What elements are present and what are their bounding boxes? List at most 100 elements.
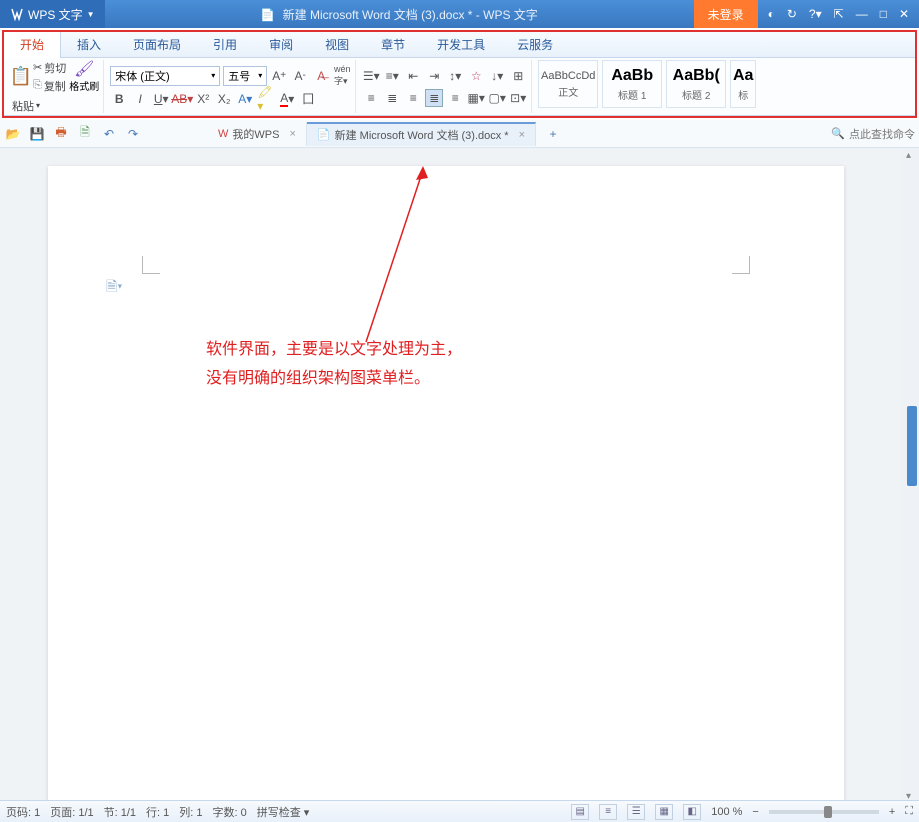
tab-review[interactable]: 审阅	[253, 32, 309, 58]
char-border-icon[interactable]: 囗	[299, 90, 317, 108]
font-color-icon[interactable]: A▾	[278, 90, 296, 108]
font-group: 宋体 (正文)▾ 五号▾ A+ A- A̶ wén字▾ B I U▾ AB▾ X…	[106, 60, 356, 113]
superscript-icon[interactable]: X²	[194, 90, 212, 108]
skin-icon[interactable]: ◐	[768, 7, 775, 21]
title-bar: WPS 文字 ▼ 📄 新建 Microsoft Word 文档 (3).docx…	[0, 0, 919, 28]
style-heading2[interactable]: AaBb( 标题 2	[666, 60, 726, 108]
zoom-out-icon[interactable]: −	[752, 806, 758, 818]
increase-indent-icon[interactable]: ⇥	[425, 67, 443, 85]
zoom-slider[interactable]	[769, 810, 879, 814]
font-name-select[interactable]: 宋体 (正文)▾	[110, 66, 220, 86]
tab-reference[interactable]: 引用	[197, 32, 253, 58]
tab-insert[interactable]: 插入	[61, 32, 117, 58]
status-pages[interactable]: 页面: 1/1	[50, 804, 93, 820]
app-logo-icon	[10, 7, 24, 21]
shading-icon[interactable]: ▦▾	[467, 89, 485, 107]
pin-icon[interactable]: ⇱	[834, 7, 844, 21]
number-list-icon[interactable]: ≡▾	[383, 67, 401, 85]
close-tab-icon[interactable]: ×	[289, 128, 295, 140]
tab-document[interactable]: 📄 新建 Microsoft Word 文档 (3).docx * ×	[307, 122, 536, 146]
formatpainter-icon[interactable]: 🖌	[75, 60, 93, 78]
align-justify-icon[interactable]: ≣	[425, 89, 443, 107]
tab-mywps[interactable]: W 我的WPS ×	[208, 122, 307, 146]
search-commands[interactable]: 🔍 点此查找命令	[831, 126, 915, 142]
font-size-select[interactable]: 五号▾	[223, 66, 267, 86]
annotation-arrow	[358, 166, 438, 346]
scrollbar-thumb[interactable]	[907, 406, 917, 486]
border-icon[interactable]: ▢▾	[488, 89, 506, 107]
scroll-up-icon[interactable]: ▴	[906, 150, 911, 161]
view-focus-icon[interactable]: ◧	[683, 804, 701, 820]
shrink-font-icon[interactable]: A-	[291, 67, 309, 85]
window-controls: ◐ ↻ ?▾ ⇱ — □ ✕	[758, 7, 919, 21]
grow-font-icon[interactable]: A+	[270, 67, 288, 85]
tab-pagelayout[interactable]: 页面布局	[117, 32, 197, 58]
page-options-icon[interactable]: 🗎▾	[106, 276, 122, 300]
italic-icon[interactable]: I	[131, 90, 149, 108]
help-icon[interactable]: ?▾	[809, 7, 822, 21]
strikethrough-icon[interactable]: AB▾	[173, 90, 191, 108]
tab-start[interactable]: 开始	[4, 32, 61, 58]
line-spacing-icon[interactable]: ↕▾	[446, 67, 464, 85]
print-preview-icon[interactable]: 🗎	[76, 125, 94, 143]
subscript-icon[interactable]: X₂	[215, 90, 233, 108]
status-spellcheck[interactable]: 拼写检查 ▾	[257, 804, 310, 820]
fullscreen-icon[interactable]: ⛶	[905, 805, 913, 818]
undo-icon[interactable]: ↶	[100, 125, 118, 143]
view-outline-icon[interactable]: ≡	[599, 804, 617, 820]
char-scale-icon[interactable]: ☆	[467, 67, 485, 85]
text-effect-icon[interactable]: A▾	[236, 90, 254, 108]
align-left-icon[interactable]: ≡	[362, 89, 380, 107]
bold-icon[interactable]: B	[110, 90, 128, 108]
align-distribute-icon[interactable]: ≡	[446, 89, 464, 107]
zoom-label[interactable]: 100 %	[711, 806, 742, 818]
clear-format-icon[interactable]: A̶	[312, 67, 330, 85]
new-tab-icon[interactable]: +	[544, 125, 562, 143]
view-print-icon[interactable]: ▤	[571, 804, 589, 820]
status-line[interactable]: 行: 1	[146, 804, 169, 820]
zoom-slider-thumb[interactable]	[824, 806, 832, 818]
align-right-icon[interactable]: ≡	[404, 89, 422, 107]
page[interactable]: 🗎▾ 软件界面，主要是以文字处理为主， 没有明确的组织架构图菜单栏。	[48, 166, 844, 822]
decrease-indent-icon[interactable]: ⇤	[404, 67, 422, 85]
close-tab-icon[interactable]: ×	[519, 129, 525, 141]
doc-icon: 📄	[260, 8, 275, 22]
print-icon[interactable]: 🖶	[52, 125, 70, 143]
underline-icon[interactable]: U▾	[152, 90, 170, 108]
status-page[interactable]: 页码: 1	[6, 804, 40, 820]
style-heading3[interactable]: Aa 标	[730, 60, 756, 108]
view-web-icon[interactable]: ☰	[627, 804, 645, 820]
open-icon[interactable]: 📂	[4, 125, 22, 143]
view-read-icon[interactable]: ▦	[655, 804, 673, 820]
status-chars[interactable]: 字数: 0	[213, 804, 247, 820]
align-center-icon[interactable]: ≣	[383, 89, 401, 107]
paragraph-dialog-icon[interactable]: ⊡▾	[509, 89, 527, 107]
tab-view[interactable]: 视图	[309, 32, 365, 58]
sort-icon[interactable]: ↓▾	[488, 67, 506, 85]
minimize-icon[interactable]: —	[856, 7, 868, 21]
phonetic-icon[interactable]: wén字▾	[333, 67, 351, 85]
status-col[interactable]: 列: 1	[179, 804, 202, 820]
show-marks-icon[interactable]: ⊞	[509, 67, 527, 85]
tab-devtools[interactable]: 开发工具	[421, 32, 501, 58]
vertical-scrollbar[interactable]: ▴ ▾	[903, 148, 919, 822]
bullet-list-icon[interactable]: ☰▾	[362, 67, 380, 85]
tab-chapter[interactable]: 章节	[365, 32, 421, 58]
paste-button[interactable]: 粘贴▾	[12, 98, 99, 114]
style-heading1[interactable]: AaBb 标题 1	[602, 60, 662, 108]
style-normal[interactable]: AaBbCcDd 正文	[538, 60, 598, 108]
copy-button[interactable]: ⎘复制	[33, 78, 66, 94]
maximize-icon[interactable]: □	[880, 7, 887, 21]
highlight-icon[interactable]: 🖍▾	[257, 90, 275, 108]
status-section[interactable]: 节: 1/1	[104, 804, 136, 820]
redo-icon[interactable]: ↷	[124, 125, 142, 143]
cut-button[interactable]: ✂剪切	[33, 60, 66, 76]
app-dropdown-icon[interactable]: ▼	[87, 10, 95, 19]
close-icon[interactable]: ✕	[899, 7, 909, 21]
word-doc-icon: 📄	[317, 128, 331, 141]
sync-icon[interactable]: ↻	[787, 7, 797, 21]
zoom-in-icon[interactable]: +	[889, 806, 895, 818]
save-icon[interactable]: 💾	[28, 125, 46, 143]
tab-cloud[interactable]: 云服务	[501, 32, 569, 58]
login-button[interactable]: 未登录	[694, 0, 758, 28]
